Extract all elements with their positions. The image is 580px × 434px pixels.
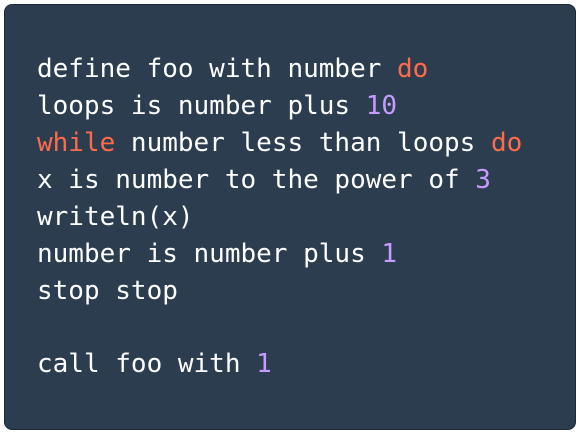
code-line-3: while number less than loops do <box>37 125 543 162</box>
number-literal: 3 <box>475 165 491 195</box>
code-line-7: stop stop <box>37 273 543 310</box>
code-line-6: number is number plus 1 <box>37 236 543 273</box>
code-text: call foo with <box>37 349 257 379</box>
code-text: loops is number plus <box>37 91 366 121</box>
code-line-5: writeln(x) <box>37 199 543 236</box>
code-line-4: x is number to the power of 3 <box>37 162 543 199</box>
keyword-do: do <box>397 54 429 84</box>
code-text: writeln(x) <box>37 202 194 232</box>
code-text: number is number plus <box>37 239 382 269</box>
code-line-2: loops is number plus 10 <box>37 88 543 125</box>
code-text: number less than loops <box>115 128 491 158</box>
keyword-do: do <box>490 128 523 158</box>
code-line-1: define foo with number do <box>37 51 543 88</box>
number-literal: 10 <box>365 91 398 121</box>
code-text: x is number to the power of <box>37 165 476 195</box>
number-literal: 1 <box>381 239 398 269</box>
number-literal: 1 <box>256 349 272 379</box>
keyword-while: while <box>37 128 116 158</box>
code-text: stop stop <box>37 276 178 306</box>
code-text: define foo with number <box>37 54 398 84</box>
code-editor[interactable]: define foo with number do loops is numbe… <box>4 4 576 430</box>
code-line-8: call foo with 1 <box>37 346 543 383</box>
